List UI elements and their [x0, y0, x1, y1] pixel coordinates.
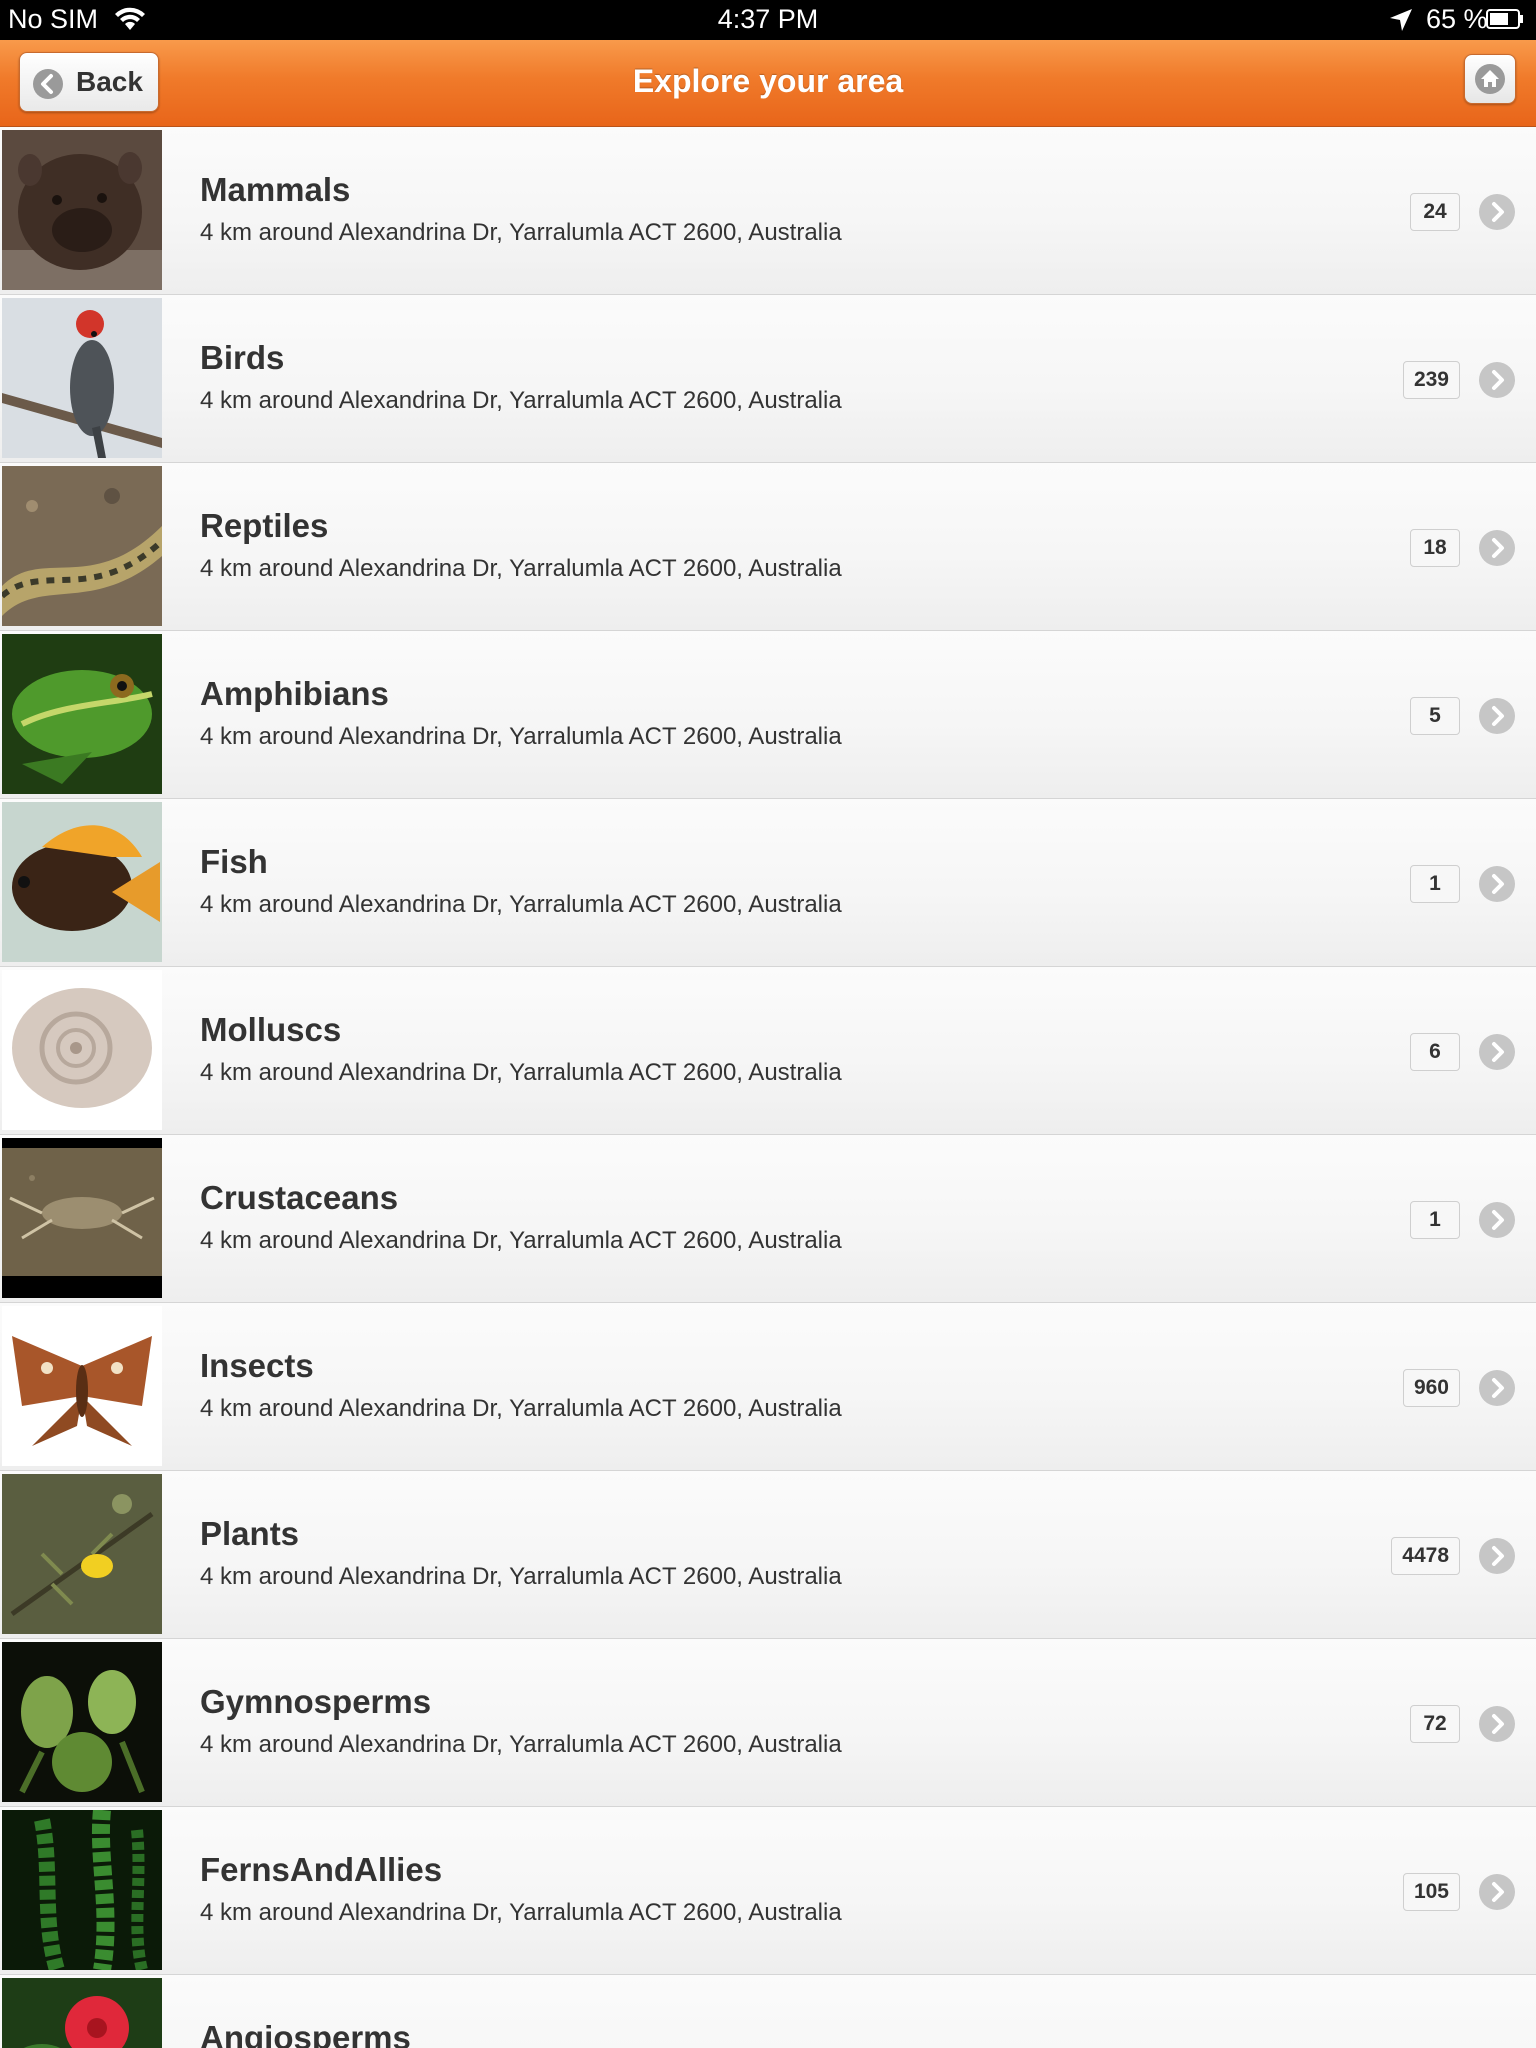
fern-thumbnail [2, 1810, 162, 1970]
count-badge: 1 [1410, 865, 1460, 903]
row-subtitle: 4 km around Alexandrina Dr, Yarralumla A… [200, 219, 842, 246]
count-badge: 960 [1402, 1369, 1460, 1407]
amphibian-thumbnail [2, 634, 162, 794]
row-title: Plants [200, 1515, 300, 1552]
category-list: Mammals 4 km around Alexandrina Dr, Yarr… [0, 127, 1536, 2048]
count-badge: 5 [1410, 697, 1460, 735]
status-bar: No SIM 4:37 PM 65 % [0, 0, 1536, 40]
chevron-right-circle-icon[interactable] [1478, 361, 1516, 399]
count-badge: 239 [1402, 361, 1460, 399]
bird-thumbnail [2, 298, 162, 458]
battery-percent: 65 % [1426, 4, 1488, 34]
row-title: Mammals [200, 171, 351, 208]
nav-bar: Explore your area Back [0, 40, 1536, 127]
mammal-thumbnail [2, 130, 162, 290]
row-subtitle: 4 km around Alexandrina Dr, Yarralumla A… [200, 891, 842, 918]
count-badge: 24 [1410, 193, 1460, 231]
reptile-thumbnail [2, 466, 162, 626]
count-badge: 4478 [1391, 1537, 1460, 1575]
row-subtitle: 4 km around Alexandrina Dr, Yarralumla A… [200, 1563, 842, 1590]
plant-thumbnail [2, 1474, 162, 1634]
screen: No SIM 4:37 PM 65 % Explore your area Ba… [0, 0, 1536, 2048]
list-item-crustaceans[interactable]: Crustaceans 4 km around Alexandrina Dr, … [0, 1135, 1536, 1303]
list-item-mammals[interactable]: Mammals 4 km around Alexandrina Dr, Yarr… [0, 127, 1536, 295]
list-item-angiosperms[interactable]: Angiosperms [0, 1975, 1536, 2048]
row-title: Reptiles [200, 507, 329, 544]
chevron-right-circle-icon[interactable] [1478, 529, 1516, 567]
list-item-molluscs[interactable]: Molluscs 4 km around Alexandrina Dr, Yar… [0, 967, 1536, 1135]
angiosperm-thumbnail [2, 1978, 162, 2048]
insect-thumbnail [2, 1306, 162, 1466]
list-item-reptiles[interactable]: Reptiles 4 km around Alexandrina Dr, Yar… [0, 463, 1536, 631]
count-badge: 1 [1410, 1201, 1460, 1239]
chevron-right-circle-icon[interactable] [1478, 1705, 1516, 1743]
list-item-ferns[interactable]: FernsAndAllies 4 km around Alexandrina D… [0, 1807, 1536, 1975]
row-title: FernsAndAllies [200, 1851, 443, 1888]
home-button[interactable] [1464, 54, 1516, 104]
row-subtitle: 4 km around Alexandrina Dr, Yarralumla A… [200, 1899, 842, 1926]
list-item-insects[interactable]: Insects 4 km around Alexandrina Dr, Yarr… [0, 1303, 1536, 1471]
row-subtitle: 4 km around Alexandrina Dr, Yarralumla A… [200, 555, 842, 582]
status-time: 4:37 PM [717, 4, 819, 34]
row-subtitle: 4 km around Alexandrina Dr, Yarralumla A… [200, 1395, 842, 1422]
row-subtitle: 4 km around Alexandrina Dr, Yarralumla A… [200, 387, 842, 414]
list-item-gymnosperms[interactable]: Gymnosperms 4 km around Alexandrina Dr, … [0, 1639, 1536, 1807]
crustacean-thumbnail [2, 1138, 162, 1298]
row-subtitle: 4 km around Alexandrina Dr, Yarralumla A… [200, 1227, 842, 1254]
chevron-right-circle-icon[interactable] [1478, 1369, 1516, 1407]
row-title: Molluscs [200, 1011, 342, 1048]
list-item-amphibians[interactable]: Amphibians 4 km around Alexandrina Dr, Y… [0, 631, 1536, 799]
list-item-birds[interactable]: Birds 4 km around Alexandrina Dr, Yarral… [0, 295, 1536, 463]
location-arrow-icon [1390, 9, 1412, 31]
row-title: Insects [200, 1347, 314, 1384]
chevron-right-circle-icon[interactable] [1478, 193, 1516, 231]
list-item-fish[interactable]: Fish 4 km around Alexandrina Dr, Yarralu… [0, 799, 1536, 967]
row-subtitle: 4 km around Alexandrina Dr, Yarralumla A… [200, 1731, 842, 1758]
chevron-right-circle-icon[interactable] [1478, 1873, 1516, 1911]
chevron-right-circle-icon[interactable] [1478, 865, 1516, 903]
fish-thumbnail [2, 802, 162, 962]
count-badge: 18 [1410, 529, 1460, 567]
count-badge: 6 [1410, 1033, 1460, 1071]
row-subtitle: 4 km around Alexandrina Dr, Yarralumla A… [200, 1059, 842, 1086]
page-title: Explore your area [632, 63, 904, 99]
gymnosperm-thumbnail [2, 1642, 162, 1802]
home-icon [1475, 64, 1505, 94]
count-badge: 105 [1402, 1873, 1460, 1911]
count-badge: 72 [1410, 1705, 1460, 1743]
back-button-label: Back [76, 66, 143, 97]
row-title: Angiosperms [200, 2019, 411, 2048]
mollusc-thumbnail [2, 970, 162, 1130]
chevron-right-circle-icon[interactable] [1478, 697, 1516, 735]
chevron-left-circle-icon [33, 69, 63, 99]
chevron-right-circle-icon[interactable] [1478, 1537, 1516, 1575]
row-title: Amphibians [200, 675, 389, 712]
row-title: Fish [200, 843, 268, 880]
back-button[interactable]: Back [19, 52, 159, 112]
row-subtitle: 4 km around Alexandrina Dr, Yarralumla A… [200, 723, 842, 750]
battery-icon [1486, 9, 1523, 29]
list-item-plants[interactable]: Plants 4 km around Alexandrina Dr, Yarra… [0, 1471, 1536, 1639]
chevron-right-circle-icon[interactable] [1478, 1201, 1516, 1239]
row-title: Gymnosperms [200, 1683, 432, 1720]
row-title: Crustaceans [200, 1179, 399, 1216]
chevron-right-circle-icon[interactable] [1478, 1033, 1516, 1071]
row-title: Birds [200, 339, 285, 376]
